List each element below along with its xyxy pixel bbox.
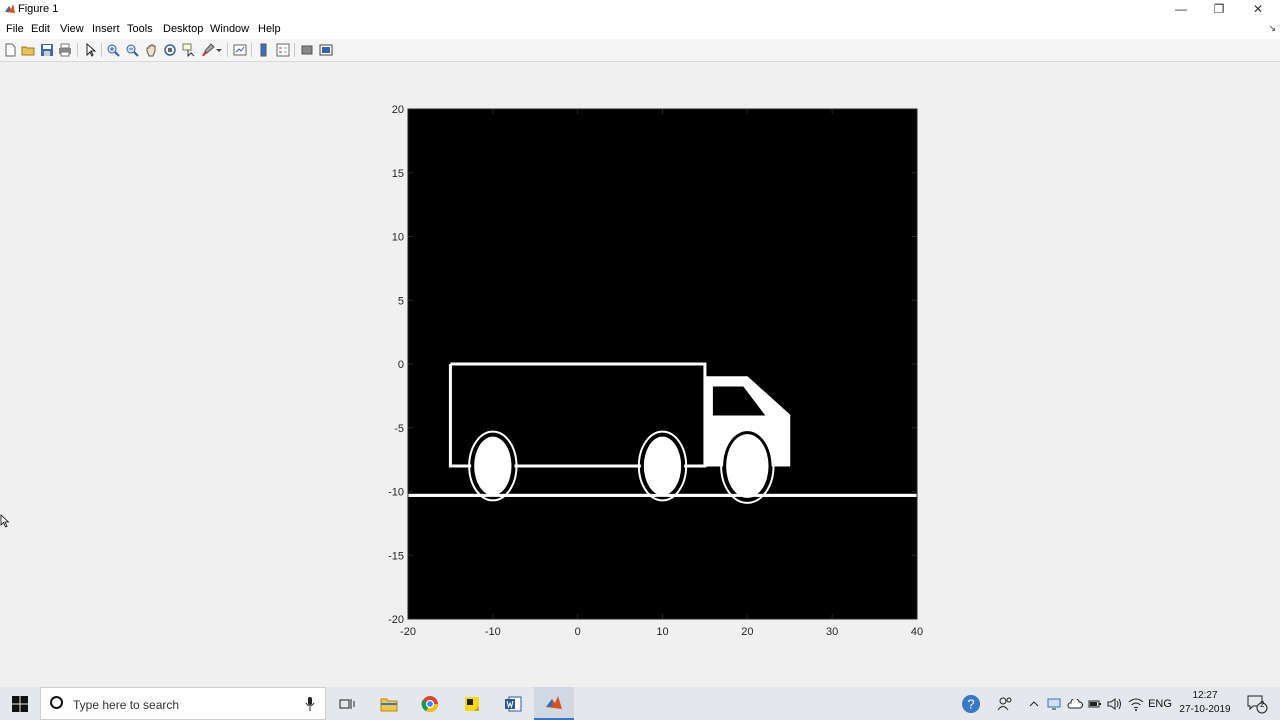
select-arrow-icon[interactable] bbox=[82, 42, 98, 58]
toolbar-separator bbox=[77, 43, 78, 57]
x-tick-label: -20 bbox=[400, 626, 416, 638]
new-figure-icon[interactable] bbox=[2, 42, 18, 58]
onedrive-icon[interactable] bbox=[1066, 687, 1084, 720]
plot-svg: -20 -10 0 10 20 30 40 20 15 10 5 0 -5 -10 -15 -20 bbox=[388, 104, 923, 638]
open-icon[interactable] bbox=[20, 42, 36, 58]
task-view-icon[interactable] bbox=[327, 687, 367, 720]
legend-icon[interactable] bbox=[275, 42, 291, 58]
y-tick-label: 0 bbox=[398, 359, 404, 371]
language-indicator[interactable]: ENG bbox=[1146, 687, 1174, 720]
y-tick-label: 10 bbox=[392, 232, 404, 244]
display-tray-icon[interactable] bbox=[1046, 687, 1062, 720]
window-title: Figure 1 bbox=[18, 3, 59, 15]
menu-window[interactable]: Window bbox=[210, 23, 249, 35]
x-tick-label: 40 bbox=[911, 626, 923, 638]
toolbar-separator bbox=[294, 43, 295, 57]
action-center-icon[interactable]: 2 bbox=[1242, 687, 1272, 720]
minimize-button[interactable]: — bbox=[1162, 0, 1200, 20]
figure-canvas: -20 -10 0 10 20 30 40 20 15 10 5 0 -5 -10 -15 -20 bbox=[0, 62, 1280, 687]
x-tick-label: 10 bbox=[656, 626, 668, 638]
menu-edit[interactable]: Edit bbox=[31, 23, 50, 35]
menu-bar: File Edit View Insert Tools Desktop Wind… bbox=[0, 20, 1280, 39]
file-explorer-icon[interactable] bbox=[369, 687, 409, 720]
wifi-icon[interactable] bbox=[1127, 687, 1145, 720]
wheel-2 bbox=[643, 436, 682, 496]
people-icon[interactable] bbox=[994, 687, 1016, 720]
battery-icon[interactable] bbox=[1086, 687, 1104, 720]
toolbar-separator bbox=[251, 43, 252, 57]
sticky-notes-icon[interactable] bbox=[452, 687, 492, 720]
chrome-icon[interactable] bbox=[410, 687, 450, 720]
toolbar-separator bbox=[101, 43, 102, 57]
y-tick-label: 20 bbox=[392, 104, 404, 116]
word-icon[interactable] bbox=[493, 687, 533, 720]
restore-button[interactable]: ❐ bbox=[1200, 0, 1238, 20]
zoom-in-icon[interactable] bbox=[105, 42, 121, 58]
y-tick-label: 15 bbox=[392, 168, 404, 180]
link-plot-icon[interactable] bbox=[232, 42, 248, 58]
mouse-cursor-icon bbox=[0, 514, 10, 528]
y-tick-label: -20 bbox=[388, 614, 404, 626]
wheel-3 bbox=[726, 434, 769, 498]
show-plot-tools-icon[interactable] bbox=[318, 42, 334, 58]
y-tick-label: -15 bbox=[388, 550, 404, 562]
brush-dropdown-icon[interactable] bbox=[214, 42, 224, 58]
save-icon[interactable] bbox=[39, 42, 55, 58]
start-button[interactable] bbox=[0, 687, 40, 720]
menu-help[interactable]: Help bbox=[258, 23, 281, 35]
x-tick-label: 20 bbox=[741, 626, 753, 638]
pan-hand-icon[interactable] bbox=[143, 42, 159, 58]
menu-insert[interactable]: Insert bbox=[92, 23, 120, 35]
menu-tools[interactable]: Tools bbox=[127, 23, 153, 35]
data-cursor-icon[interactable] bbox=[181, 42, 197, 58]
microphone-icon[interactable] bbox=[305, 696, 315, 712]
windows-logo-icon bbox=[12, 695, 28, 712]
y-tick-label: -5 bbox=[394, 423, 404, 435]
svg-text:?: ? bbox=[967, 696, 974, 711]
figure-toolbar bbox=[0, 39, 1280, 62]
x-tick-label: 30 bbox=[826, 626, 838, 638]
zoom-out-icon[interactable] bbox=[124, 42, 140, 58]
menu-desktop[interactable]: Desktop bbox=[163, 23, 203, 35]
volume-icon[interactable] bbox=[1106, 687, 1124, 720]
notification-count: 2 bbox=[1260, 700, 1265, 709]
search-input[interactable] bbox=[71, 694, 295, 716]
hide-plot-tools-icon[interactable] bbox=[299, 42, 315, 58]
cortana-icon bbox=[50, 696, 63, 709]
help-tray-icon[interactable]: ? bbox=[958, 687, 984, 720]
wheel-1 bbox=[474, 436, 512, 496]
print-icon[interactable] bbox=[57, 42, 73, 58]
dock-figure-icon[interactable]: ↘ bbox=[1268, 23, 1276, 34]
clock-time: 12:27 bbox=[1192, 690, 1218, 701]
matlab-logo-icon bbox=[5, 4, 15, 13]
toolbar-separator bbox=[227, 43, 228, 57]
menu-view[interactable]: View bbox=[60, 23, 84, 35]
taskbar: ? ENG 12:27 27-10-2019 2 bbox=[0, 687, 1280, 720]
taskbar-search-box[interactable] bbox=[40, 687, 326, 720]
clock-date: 27-10-2019 bbox=[1179, 704, 1231, 715]
x-tick-label: -10 bbox=[485, 626, 501, 638]
close-button[interactable]: ✕ bbox=[1239, 0, 1277, 20]
y-tick-label: -10 bbox=[388, 487, 404, 499]
y-tick-label: 5 bbox=[398, 295, 404, 307]
taskbar-clock[interactable]: 12:27 27-10-2019 bbox=[1172, 689, 1238, 717]
matlab-icon[interactable] bbox=[534, 687, 574, 720]
show-hidden-icons-icon[interactable] bbox=[1026, 687, 1042, 720]
window-title-bar: Figure 1 — ❐ ✕ bbox=[0, 0, 1280, 20]
menu-file[interactable]: File bbox=[6, 23, 24, 35]
colorbar-icon[interactable] bbox=[256, 42, 272, 58]
rotate-3d-icon[interactable] bbox=[162, 42, 178, 58]
x-tick-label: 0 bbox=[575, 626, 581, 638]
